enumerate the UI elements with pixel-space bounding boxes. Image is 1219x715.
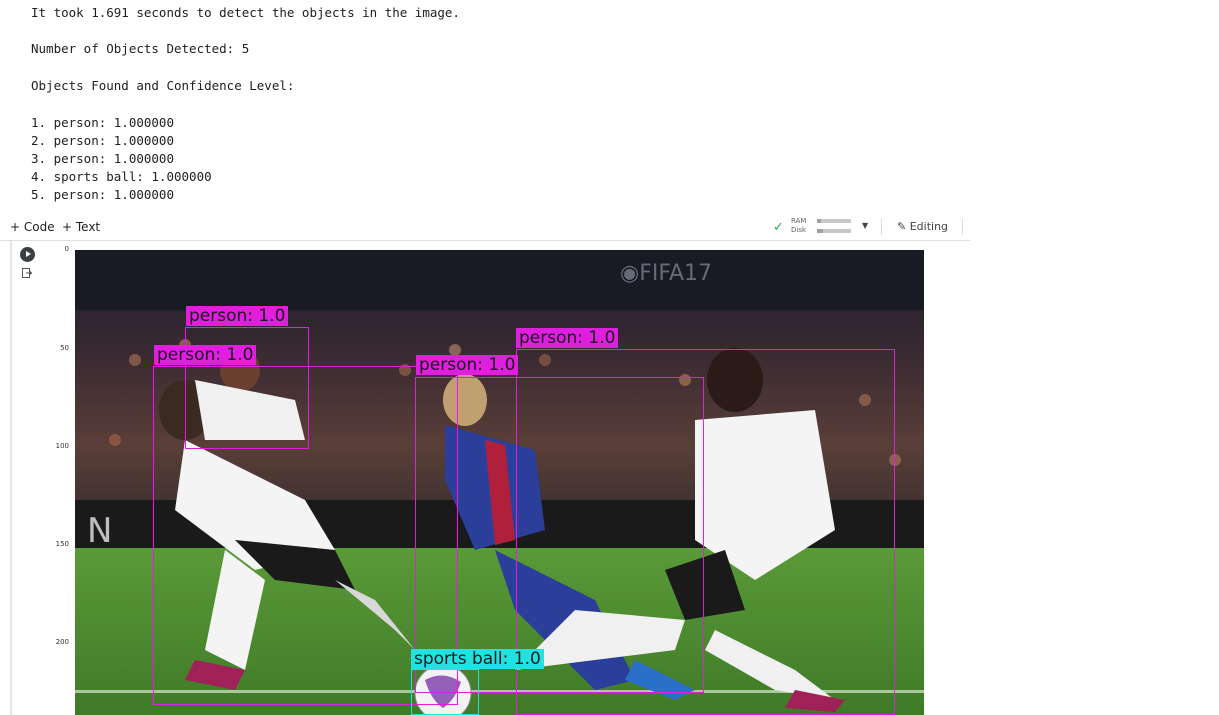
disk-label: Disk (791, 226, 807, 234)
caret-down-icon[interactable]: ▼ (862, 221, 868, 230)
y-tick-label: 0 (64, 245, 69, 253)
svg-text:N: N (87, 511, 112, 551)
cell-gutter (10, 241, 12, 715)
detection-label: person: 1.0 (416, 355, 519, 375)
toolbar-divider (881, 219, 882, 235)
y-tick-label: 150 (55, 540, 69, 548)
detection-label: person: 1.0 (154, 345, 257, 365)
ram-label: RAM (791, 217, 807, 225)
object-item-3: 3. person: 1.000000 (31, 151, 174, 166)
pencil-icon: ✎ (897, 220, 907, 233)
object-item-4: 4. sports ball: 1.000000 (31, 169, 212, 184)
object-count-line: Number of Objects Detected: 5 (31, 41, 250, 56)
add-text-button[interactable]: + Text (62, 220, 100, 234)
svg-text:◉FIFA17: ◉FIFA17 (620, 261, 712, 286)
add-code-button[interactable]: + Code (10, 220, 55, 234)
objects-header-line: Objects Found and Confidence Level: (31, 78, 295, 93)
y-tick-label: 200 (55, 638, 69, 646)
object-item-2: 2. person: 1.000000 (31, 133, 174, 148)
checkmark-icon: ✓ (773, 220, 784, 235)
detection-box (411, 669, 479, 715)
resources-indicator[interactable]: ✓ RAM Disk (773, 216, 873, 238)
object-item-5: 5. person: 1.000000 (31, 187, 174, 202)
disk-usage-fill (817, 229, 824, 233)
detection-image: ◉FIFA17 N person: 1.0 person: 1.0 person… (75, 250, 924, 715)
ram-usage-fill (817, 219, 822, 223)
disk-usage-bar (817, 229, 851, 233)
detection-box (516, 349, 895, 715)
y-tick-label: 100 (55, 442, 69, 450)
editing-label: Editing (909, 220, 949, 233)
editing-mode-button[interactable]: ✎ Editing (897, 220, 948, 233)
object-item-1: 1. person: 1.000000 (31, 115, 174, 130)
y-tick-label: 50 (60, 344, 69, 352)
detection-time-line: It took 1.691 seconds to detect the obje… (31, 5, 460, 20)
ram-usage-bar (817, 219, 851, 223)
toolbar-divider-2 (962, 219, 963, 235)
detection-label: person: 1.0 (516, 328, 619, 348)
detection-label: person: 1.0 (186, 306, 289, 326)
output-icon[interactable] (22, 268, 32, 278)
detection-label: sports ball: 1.0 (411, 649, 544, 669)
